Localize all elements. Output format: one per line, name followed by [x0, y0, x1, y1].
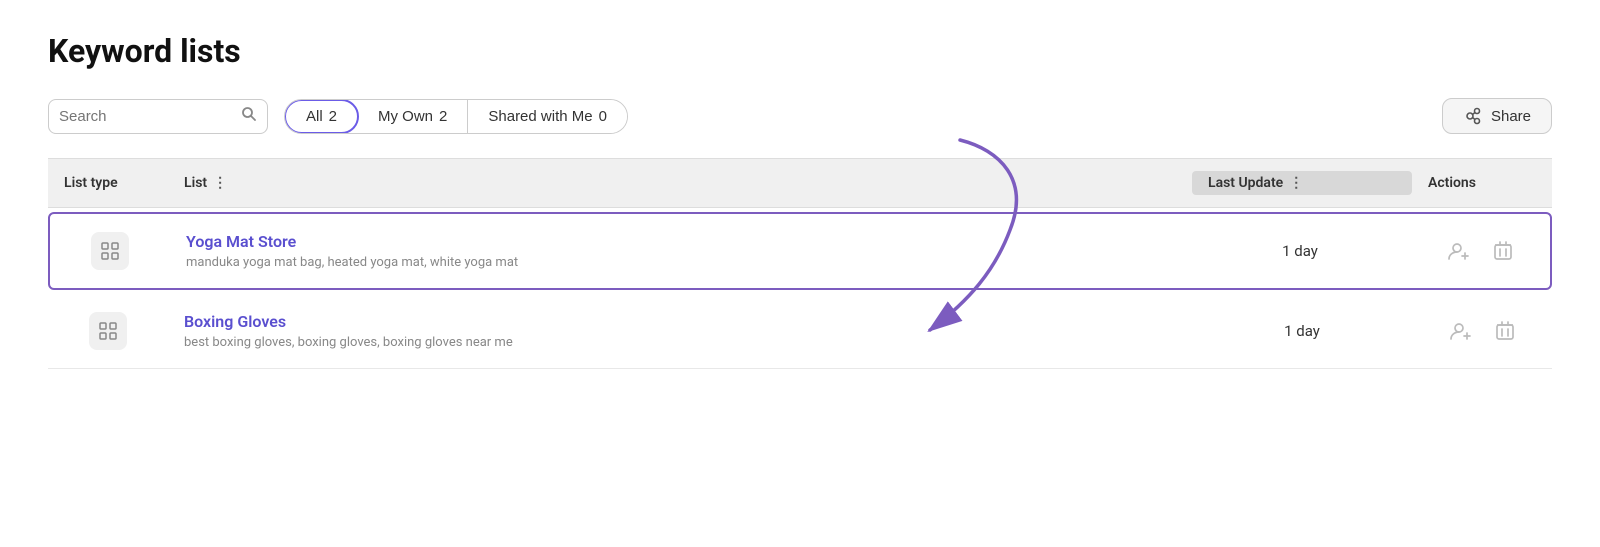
grid-icon — [101, 242, 119, 260]
share-label: Share — [1491, 108, 1531, 125]
toolbar: All 2 My Own 2 Shared with Me 0 — [48, 98, 1552, 134]
tab-shared-with-me-label: Shared with Me — [488, 108, 592, 125]
tab-all[interactable]: All 2 — [284, 99, 359, 134]
share-button[interactable]: Share — [1442, 98, 1552, 134]
add-user-button-1[interactable] — [1446, 317, 1476, 345]
list-name-1[interactable]: Boxing Gloves — [184, 312, 1176, 331]
table-row: Yoga Mat Store manduka yoga mat bag, hea… — [48, 212, 1552, 290]
actions-cell-0 — [1410, 237, 1550, 265]
grid-icon — [99, 322, 117, 340]
list-name-0[interactable]: Yoga Mat Store — [186, 232, 1174, 251]
list-type-cell-1 — [48, 312, 168, 350]
list-type-icon-1 — [89, 312, 127, 350]
delete-button-1[interactable] — [1492, 317, 1518, 345]
list-keywords-1: best boxing gloves, boxing gloves, boxin… — [184, 335, 1176, 350]
last-update-cell-0: 1 day — [1190, 242, 1410, 260]
trash-icon — [1494, 241, 1512, 261]
search-input[interactable] — [59, 108, 241, 125]
search-button[interactable] — [241, 106, 257, 127]
tab-my-own-count: 2 — [439, 108, 447, 125]
search-box — [48, 99, 268, 134]
tab-shared-with-me[interactable]: Shared with Me 0 — [468, 100, 627, 133]
list-cell-0: Yoga Mat Store manduka yoga mat bag, hea… — [170, 232, 1190, 270]
col-header-list: List ⋮ — [168, 171, 1192, 195]
col-header-list-type: List type — [48, 171, 168, 195]
add-user-icon — [1448, 241, 1470, 261]
list-type-icon-0 — [91, 232, 129, 270]
trash-icon — [1496, 321, 1514, 341]
last-update-cell-1: 1 day — [1192, 322, 1412, 340]
col-header-last-update: Last Update ⋮ — [1192, 171, 1412, 195]
share-icon — [1463, 107, 1483, 125]
add-user-icon — [1450, 321, 1472, 341]
actions-cell-1 — [1412, 317, 1552, 345]
list-keywords-0: manduka yoga mat bag, heated yoga mat, w… — [186, 255, 1174, 270]
tab-group: All 2 My Own 2 Shared with Me 0 — [284, 99, 628, 134]
last-update-filter-icon[interactable]: ⋮ — [1289, 175, 1303, 191]
toolbar-left: All 2 My Own 2 Shared with Me 0 — [48, 99, 628, 134]
table-row: Boxing Gloves best boxing gloves, boxing… — [48, 294, 1552, 369]
list-cell-1: Boxing Gloves best boxing gloves, boxing… — [168, 312, 1192, 350]
tab-shared-with-me-count: 0 — [599, 108, 607, 125]
tab-all-count: 2 — [329, 108, 337, 125]
table-header: List type List ⋮ Last Update ⋮ Actions — [48, 158, 1552, 208]
add-user-button-0[interactable] — [1444, 237, 1474, 265]
search-icon — [241, 106, 257, 122]
list-filter-icon[interactable]: ⋮ — [213, 175, 227, 191]
tab-all-label: All — [306, 108, 323, 125]
tab-my-own-label: My Own — [378, 108, 433, 125]
col-header-actions: Actions — [1412, 171, 1552, 195]
tab-my-own[interactable]: My Own 2 — [358, 100, 468, 133]
page-title: Keyword lists — [48, 32, 1552, 70]
delete-button-0[interactable] — [1490, 237, 1516, 265]
list-type-cell-0 — [50, 232, 170, 270]
